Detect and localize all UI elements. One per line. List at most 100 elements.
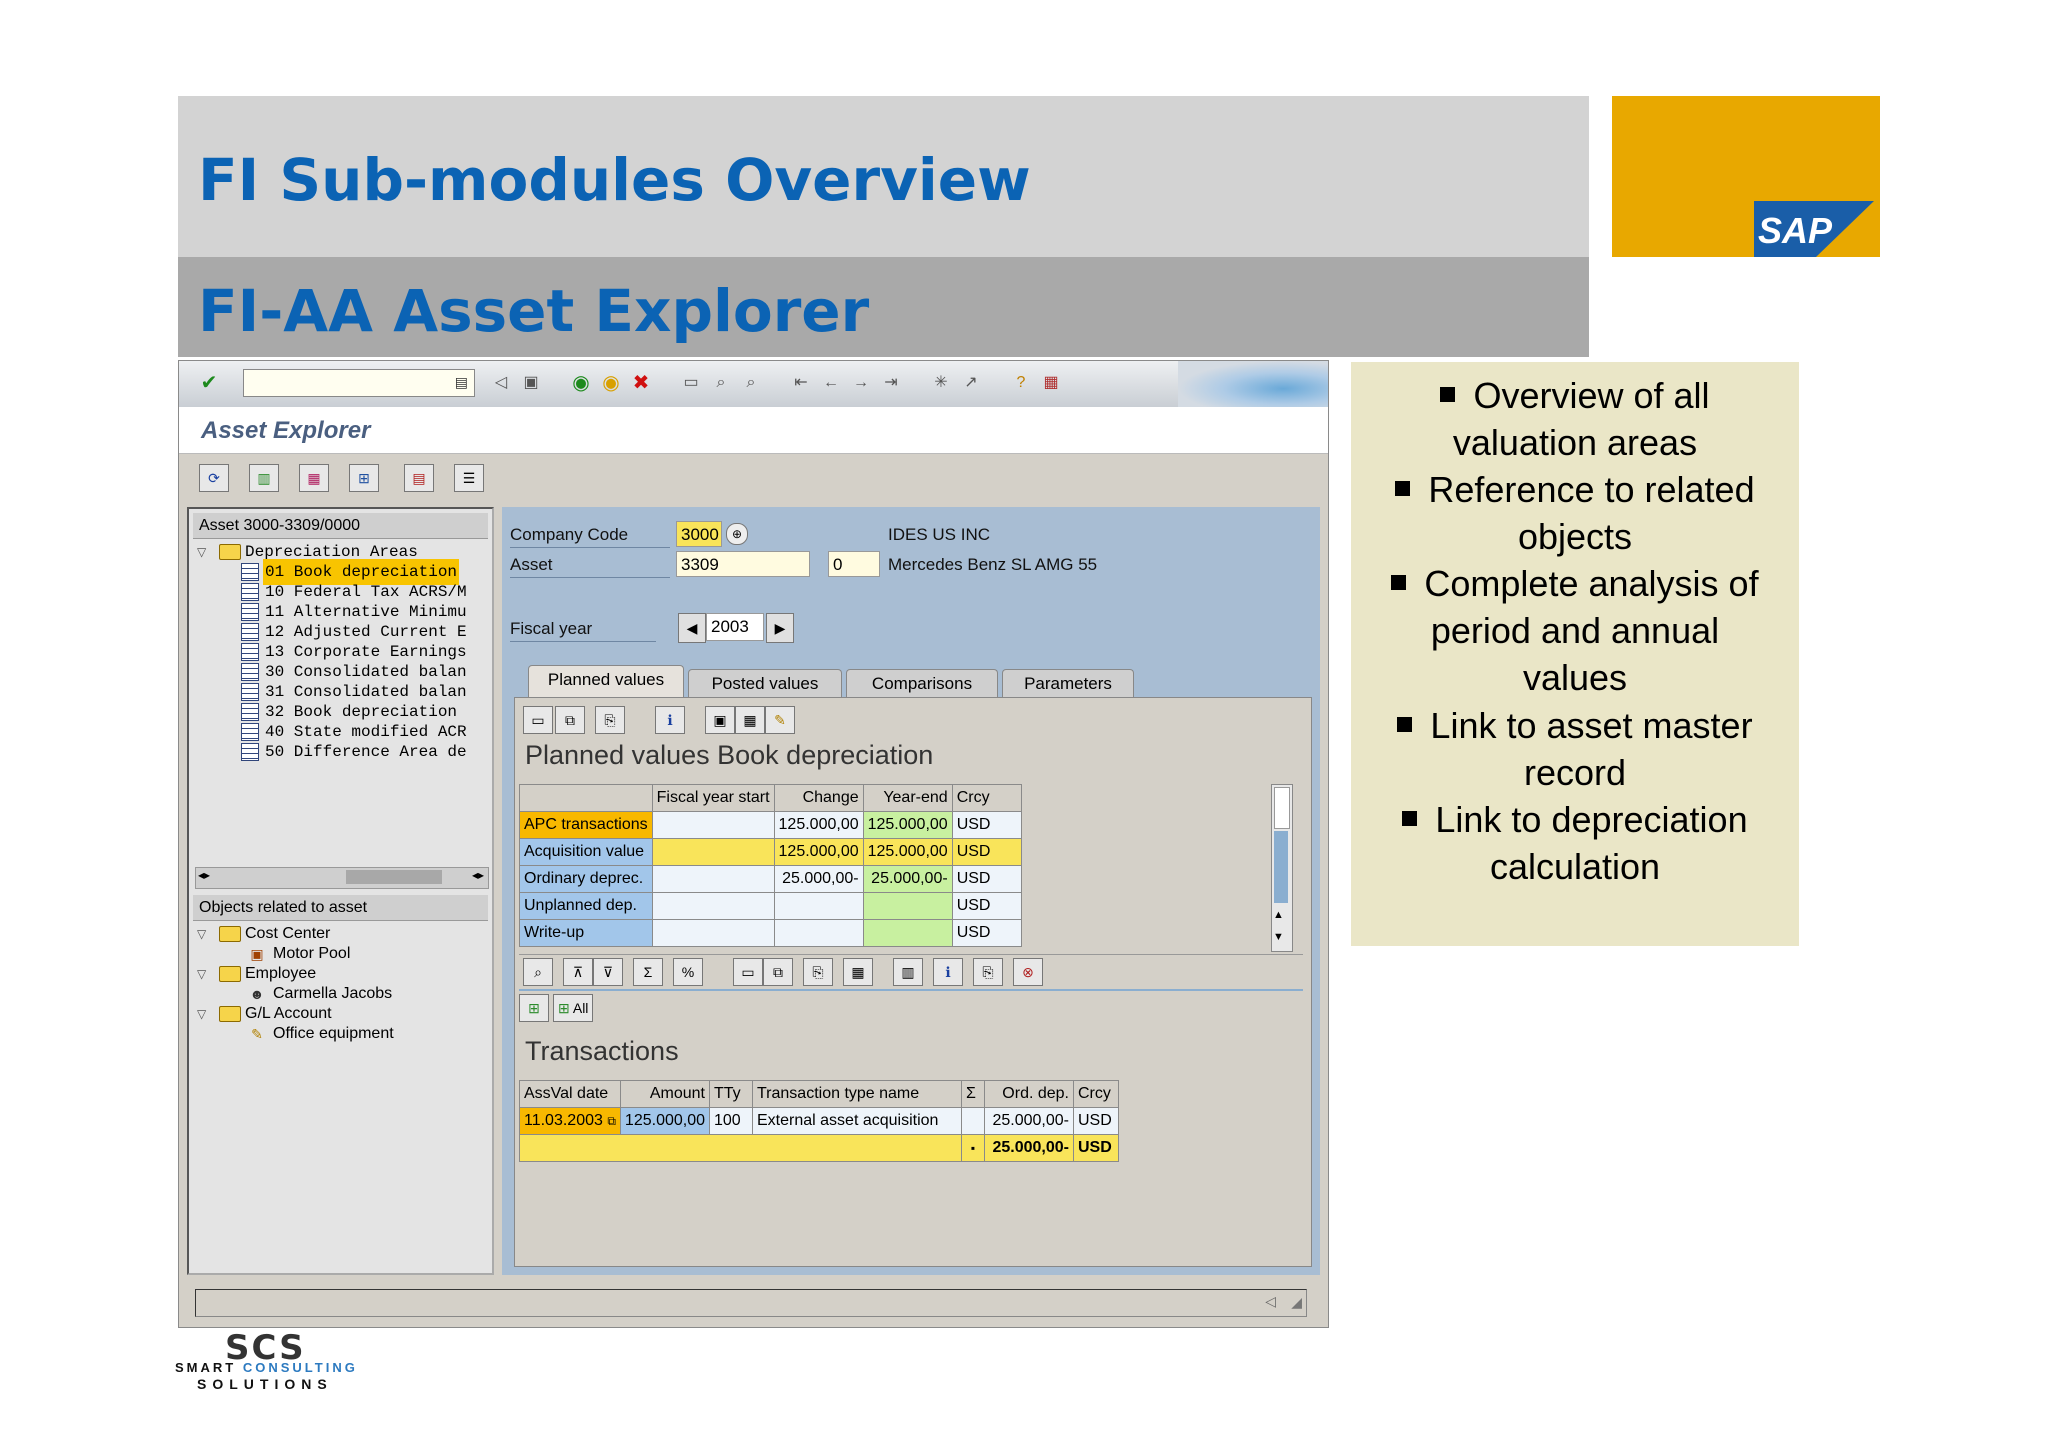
chart-icon[interactable]: ▥: [893, 958, 923, 986]
info-list-icon[interactable]: ℹ: [933, 958, 963, 986]
info-icon[interactable]: ℹ: [655, 706, 685, 734]
cancel-icon[interactable]: ✖: [629, 371, 653, 395]
previous-page-icon[interactable]: ←: [819, 371, 843, 395]
asset-number-field[interactable]: 3309: [676, 551, 810, 577]
new-session-icon[interactable]: ✳: [929, 371, 953, 395]
back-arrow-icon[interactable]: ◁: [489, 371, 513, 395]
layout-menu-icon[interactable]: ▦: [1039, 371, 1063, 395]
comment-icon[interactable]: ✎: [765, 706, 795, 734]
filter-icon[interactable]: ⊽: [593, 958, 623, 986]
enter-check-icon[interactable]: ✔: [197, 371, 221, 395]
resize-grip-icon[interactable]: ◢: [1291, 1294, 1302, 1311]
next-page-icon[interactable]: →: [849, 371, 873, 395]
first-page-icon[interactable]: ⇤: [789, 371, 813, 395]
transactions-filter-bar: ⊞ ⊞ All: [519, 994, 1299, 1024]
company-code-field[interactable]: 3000: [676, 521, 722, 547]
row-label[interactable]: Acquisition value: [519, 838, 653, 866]
total-marker: ▪: [961, 1134, 985, 1162]
export-list-icon[interactable]: ⎘: [803, 958, 833, 986]
scroll-thumb[interactable]: [1274, 787, 1290, 829]
scroll-thumb[interactable]: [346, 870, 442, 884]
bullet-square-icon: [1402, 810, 1418, 826]
find-icon[interactable]: ⌕: [709, 371, 733, 395]
back-icon[interactable]: ◉: [569, 371, 593, 395]
column-header: Amount: [619, 1080, 711, 1108]
scs-consulting: CONSULTING: [242, 1360, 358, 1375]
date-link-icon[interactable]: ⧉: [607, 1114, 616, 1128]
table-row[interactable]: Write-up USD: [519, 919, 1022, 947]
expand-triangle-icon[interactable]: ▽: [197, 961, 211, 987]
assval-date-cell[interactable]: 11.03.2003 ⧉: [519, 1107, 621, 1135]
scroll-right-icon[interactable]: ◂▸: [472, 868, 484, 882]
sum-icon[interactable]: Σ: [633, 958, 663, 986]
previous-year-button[interactable]: ◀: [678, 613, 706, 643]
export-icon[interactable]: ⎘: [595, 706, 625, 734]
detail-list-icon[interactable]: ⧉: [763, 958, 793, 986]
related-office-equipment[interactable]: ✎ Office equipment: [247, 1021, 483, 1047]
tab-planned-values[interactable]: Planned values: [528, 665, 684, 698]
planned-values-table: Fiscal year start Change Year-end Crcy A…: [519, 784, 1022, 947]
expand-triangle-icon[interactable]: ▽: [197, 539, 211, 565]
expand-triangle-icon[interactable]: ▽: [197, 1001, 211, 1027]
refresh-icon[interactable]: ⟳: [199, 464, 229, 492]
zoom-icon[interactable]: ⌕: [523, 958, 553, 986]
table-row[interactable]: Acquisition value 125.000,00 125.000,00 …: [519, 838, 1022, 866]
layout-icon[interactable]: ▦: [843, 958, 873, 986]
calendar-icon[interactable]: ▦: [299, 464, 329, 492]
print-icon[interactable]: ▭: [679, 371, 703, 395]
planned-values-vertical-scrollbar[interactable]: ▲ ▼: [1271, 784, 1293, 952]
planned-values-toolbar: ▭ ⧉ ⎘ ℹ ▣ ▦ ✎: [519, 702, 1303, 738]
sort-ascending-icon[interactable]: ⊼: [563, 958, 593, 986]
row-label[interactable]: Write-up: [519, 919, 653, 947]
tree-item-area-50[interactable]: 50 Difference Area de: [241, 739, 477, 765]
command-dropdown-icon[interactable]: ▤: [455, 374, 468, 391]
tab-comparisons[interactable]: Comparisons: [846, 669, 998, 698]
fiscal-year-field[interactable]: 2003: [706, 613, 764, 641]
company-code-search-icon[interactable]: ⊕: [726, 523, 748, 545]
display-icon[interactable]: ▭: [523, 706, 553, 734]
asset-subnumber-field[interactable]: 0: [828, 551, 880, 577]
table-row[interactable]: 11.03.2003 ⧉ 125.000,00 100 External ass…: [519, 1107, 1119, 1135]
status-expand-icon[interactable]: ◁: [1265, 1293, 1276, 1310]
scroll-down-icon[interactable]: ▼: [1273, 931, 1284, 943]
gl-account-icon: ✎: [251, 1026, 263, 1042]
row-label[interactable]: Unplanned dep.: [519, 892, 653, 920]
table-row[interactable]: APC transactions 125.000,00 125.000,00 U…: [519, 811, 1022, 839]
row-label[interactable]: APC transactions: [519, 811, 653, 839]
scroll-up-icon[interactable]: ▲: [1273, 909, 1284, 921]
print-list-icon[interactable]: ▭: [733, 958, 763, 986]
save-icon[interactable]: ▣: [519, 371, 543, 395]
copy-icon[interactable]: ⎘: [973, 958, 1003, 986]
subtotal-icon[interactable]: %: [673, 958, 703, 986]
delete-icon[interactable]: ⊗: [1013, 958, 1043, 986]
detail-icon[interactable]: ⧉: [555, 706, 585, 734]
simulation-icon[interactable]: ▤: [404, 464, 434, 492]
fiscal-year-start-cell: [651, 838, 775, 866]
table-row[interactable]: Ordinary deprec. 25.000,00- 25.000,00- U…: [519, 865, 1022, 893]
next-year-button[interactable]: ▶: [766, 613, 794, 643]
last-page-icon[interactable]: ⇥: [879, 371, 903, 395]
calculator-icon[interactable]: ▦: [735, 706, 765, 734]
expand-triangle-icon[interactable]: ▽: [197, 921, 211, 947]
scs-logo-line2: SOLUTIONS: [197, 1376, 333, 1392]
find-next-icon[interactable]: ⌕: [739, 371, 763, 395]
graphic-icon[interactable]: ▣: [705, 706, 735, 734]
tab-parameters[interactable]: Parameters: [1002, 669, 1134, 698]
show-all-button[interactable]: ⊞ All: [553, 994, 594, 1022]
label-underline: [510, 641, 656, 642]
slide-subtitle: FI-AA Asset Explorer: [198, 277, 870, 345]
row-label[interactable]: Ordinary deprec.: [519, 865, 653, 893]
command-field[interactable]: ▤: [243, 369, 475, 397]
hierarchy-icon[interactable]: ⊞: [349, 464, 379, 492]
scroll-left-icon[interactable]: ◂▸: [198, 868, 210, 882]
list-icon[interactable]: ☰: [454, 464, 484, 492]
help-icon[interactable]: ?: [1009, 371, 1033, 395]
expand-tree-icon[interactable]: ⊞: [519, 994, 549, 1022]
tree-horizontal-scrollbar[interactable]: ◂▸ ◂▸: [195, 867, 489, 889]
exit-icon[interactable]: ◉: [599, 371, 623, 395]
tab-posted-values[interactable]: Posted values: [688, 669, 842, 698]
total-currency: USD: [1073, 1134, 1119, 1162]
document-icon[interactable]: ▥: [249, 464, 279, 492]
table-row[interactable]: Unplanned dep. USD: [519, 892, 1022, 920]
shortcut-icon[interactable]: ↗: [959, 371, 983, 395]
